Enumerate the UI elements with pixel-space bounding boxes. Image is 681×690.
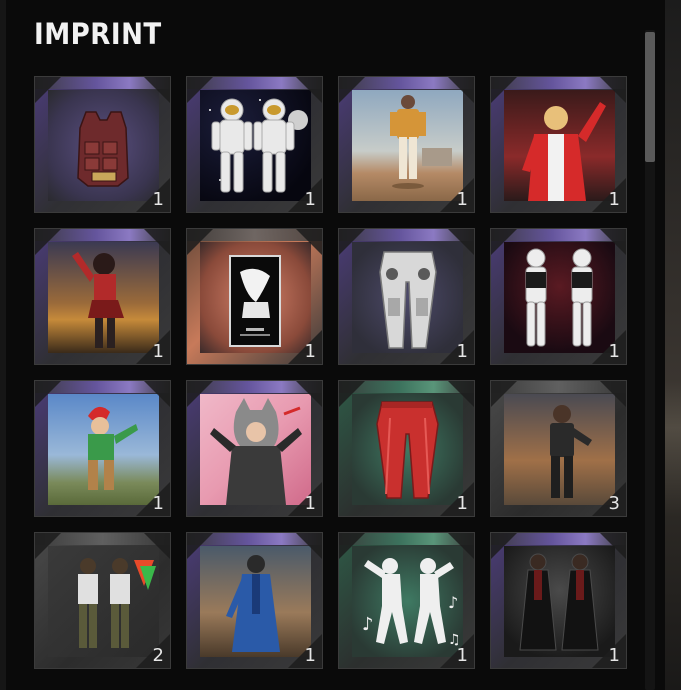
item-slot[interactable]: 1 [338, 228, 475, 365]
item-slot[interactable]: 1 [490, 228, 627, 365]
item-quantity: 3 [608, 493, 620, 514]
item-slot[interactable]: 3 [490, 380, 627, 517]
item-quantity: 1 [304, 341, 316, 362]
item-quantity: 1 [608, 645, 620, 666]
item-quantity: 1 [152, 493, 164, 514]
item-quantity: 1 [456, 341, 468, 362]
item-slot[interactable]: ♪ ♪ ♫ 1 [338, 532, 475, 669]
item-slot[interactable]: 1 [186, 532, 323, 669]
background-edge [665, 0, 681, 690]
item-slot[interactable]: 1 [186, 76, 323, 213]
item-quantity: 1 [608, 341, 620, 362]
item-quantity: 1 [608, 189, 620, 210]
item-quantity: 1 [304, 189, 316, 210]
page-title: IMPRINT [34, 17, 162, 51]
item-slot[interactable]: 1 [490, 76, 627, 213]
item-slot[interactable]: 2 [34, 532, 171, 669]
item-quantity: 1 [152, 341, 164, 362]
item-slot[interactable]: 1 [186, 228, 323, 365]
item-slot[interactable]: 1 [338, 380, 475, 517]
item-slot[interactable]: 1 [490, 532, 627, 669]
svg-text:♪: ♪ [448, 593, 458, 612]
item-quantity: 1 [304, 493, 316, 514]
item-quantity: 1 [456, 189, 468, 210]
item-slot[interactable]: 1 [34, 76, 171, 213]
item-quantity: 1 [456, 493, 468, 514]
item-slot[interactable]: 1 [34, 380, 171, 517]
item-slot[interactable]: 1 [186, 380, 323, 517]
item-quantity: 1 [456, 645, 468, 666]
scrollbar-thumb[interactable] [645, 32, 655, 162]
item-quantity: 1 [304, 645, 316, 666]
item-quantity: 1 [152, 189, 164, 210]
item-slot[interactable]: 1 [34, 228, 171, 365]
item-quantity: 2 [152, 645, 164, 666]
item-slot[interactable]: 1 [338, 76, 475, 213]
svg-text:♪: ♪ [362, 614, 374, 635]
